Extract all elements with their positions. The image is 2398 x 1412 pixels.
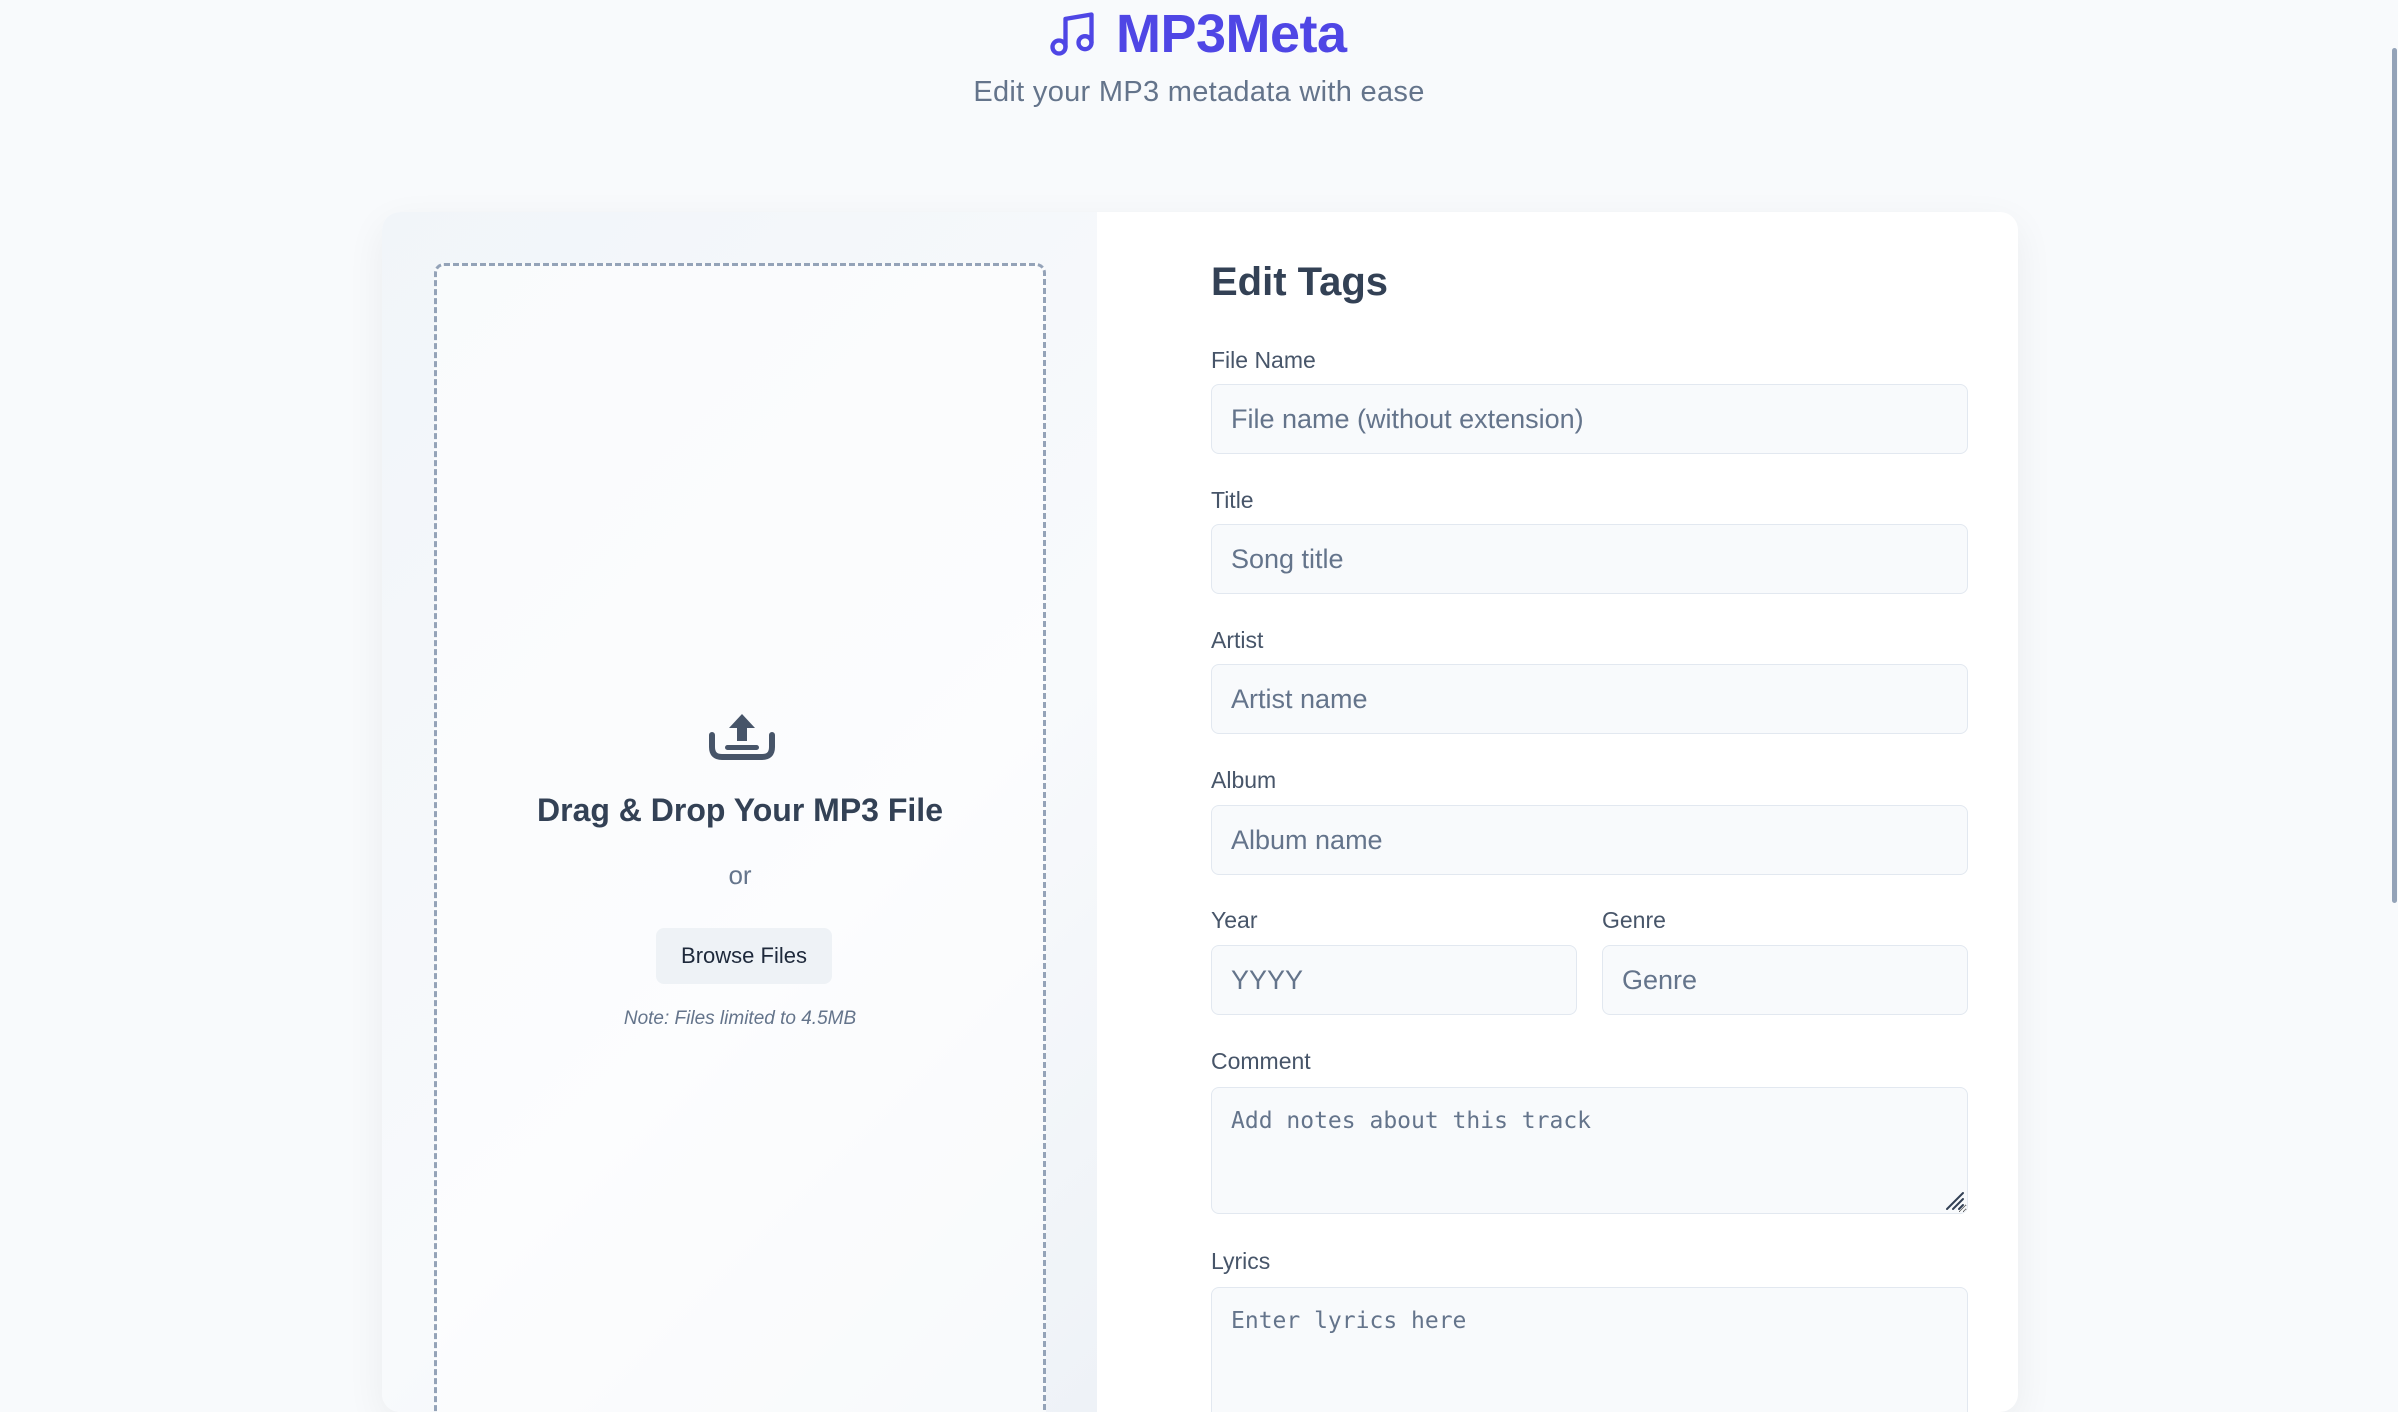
album-input[interactable] xyxy=(1211,805,1968,875)
comment-textarea[interactable] xyxy=(1211,1087,1968,1214)
year-label: Year xyxy=(1211,907,1258,933)
browse-files-button[interactable]: Browse Files xyxy=(656,928,832,984)
app-title: MP3Meta xyxy=(1116,4,1347,64)
title-label: Title xyxy=(1211,487,1254,513)
lyrics-textarea[interactable] xyxy=(1211,1287,1968,1412)
genre-label: Genre xyxy=(1602,907,1666,933)
brand: MP3Meta xyxy=(1046,6,1347,62)
artist-input[interactable] xyxy=(1211,664,1968,734)
file-size-note: Note: Files limited to 4.5MB xyxy=(623,1008,857,1029)
file-dropzone[interactable]: Drag & Drop Your MP3 File or Browse File… xyxy=(434,263,1046,1412)
form-title: Edit Tags xyxy=(1211,260,1389,304)
upload-icon xyxy=(709,714,775,760)
album-label: Album xyxy=(1211,767,1277,793)
dropzone-title: Drag & Drop Your MP3 File xyxy=(537,792,943,828)
file-name-label: File Name xyxy=(1211,347,1316,373)
file-name-input[interactable] xyxy=(1211,384,1968,454)
lyrics-label: Lyrics xyxy=(1211,1248,1271,1274)
music-note-icon xyxy=(1050,12,1094,56)
resize-grip-icon[interactable] xyxy=(1943,1189,1965,1211)
dropzone-or: or xyxy=(728,860,752,890)
title-input[interactable] xyxy=(1211,524,1968,594)
editor-card: Drag & Drop Your MP3 File or Browse File… xyxy=(382,212,2018,1412)
upload-pane: Drag & Drop Your MP3 File or Browse File… xyxy=(382,212,1097,1412)
app-tagline: Edit your MP3 metadata with ease xyxy=(973,76,1425,108)
artist-label: Artist xyxy=(1211,627,1264,653)
page-scrollbar[interactable] xyxy=(2392,48,2397,903)
comment-label: Comment xyxy=(1211,1048,1311,1074)
genre-input[interactable] xyxy=(1602,945,1968,1015)
year-input[interactable] xyxy=(1211,945,1577,1015)
